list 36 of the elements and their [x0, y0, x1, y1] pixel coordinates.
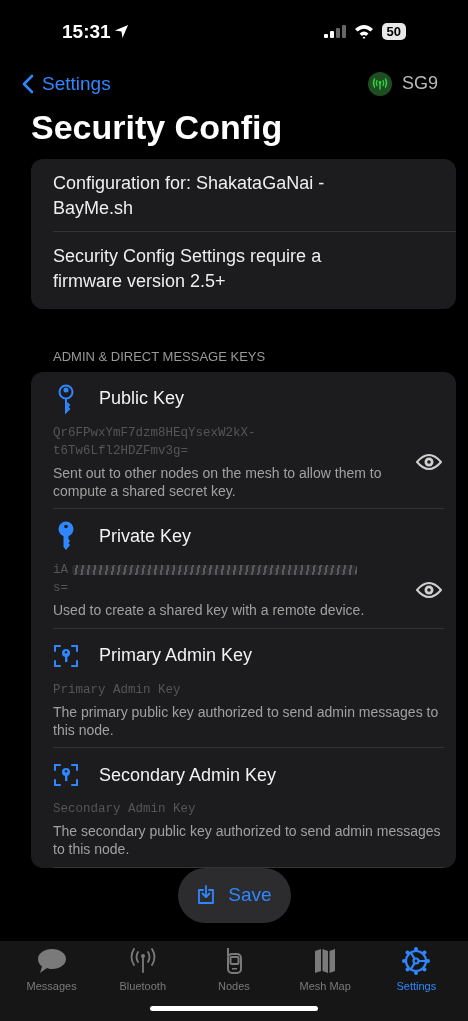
framed-key-icon — [53, 643, 79, 668]
tab[interactable]: Bluetooth — [100, 946, 185, 992]
back-button[interactable]: Settings — [22, 72, 111, 95]
antenna-icon — [367, 71, 392, 96]
framed-key-icon — [53, 763, 79, 788]
key-value[interactable]: Qr6FPwxYmF7dzm8HEqYsexW2kX-t6Tw6Lfl2HDZFmv3g= — [53, 423, 313, 460]
key-label: Secondary Admin Key — [99, 764, 277, 786]
tab[interactable]: Settings — [374, 946, 459, 992]
download-tray-icon — [196, 885, 217, 906]
key-label: Primary Admin Key — [99, 645, 253, 667]
tab[interactable]: Nodes — [191, 946, 276, 992]
settings-icon — [400, 946, 433, 975]
info-text: Security Config Settings require a firmware version 2.5+ — [53, 245, 323, 294]
tab[interactable]: Messages — [9, 946, 94, 992]
section-header: ADMIN & DIRECT MESSAGE KEYS — [53, 348, 267, 364]
info-text: Configuration for: ShakataGaNai - BayMe.sh — [53, 171, 326, 220]
page-title: Security Config — [31, 107, 284, 147]
tab[interactable]: Mesh Map — [283, 946, 368, 992]
status-time: 15:31 — [62, 20, 111, 43]
key-label: Private Key — [99, 525, 192, 547]
key-label: Public Key — [99, 388, 185, 410]
chevron-left-icon — [22, 73, 34, 94]
key-description: Sent out to other nodes on the mesh to allow them to compute a shared secret key. — [53, 463, 383, 501]
key-value[interactable]: iA s= — [53, 561, 363, 598]
save-button[interactable]: Save — [177, 867, 291, 923]
speech-bubble-icon — [35, 946, 68, 975]
key-input-field[interactable]: Primary Admin Key — [53, 680, 444, 699]
wifi-icon — [353, 24, 374, 40]
key-input-field[interactable]: Secondary Admin Key — [53, 800, 444, 819]
location-arrow-icon — [113, 24, 129, 40]
device-name: SG9 — [401, 73, 438, 94]
key-description: Used to create a shared key with a remote device. — [53, 601, 366, 620]
key-description: The secondary public key authorized to send admin messages to this node. — [53, 822, 442, 859]
battery-indicator: 50 — [381, 23, 406, 41]
key-description: The primary public key authorized to send admin messages to this node. — [53, 702, 440, 740]
signal-icon — [323, 25, 346, 39]
